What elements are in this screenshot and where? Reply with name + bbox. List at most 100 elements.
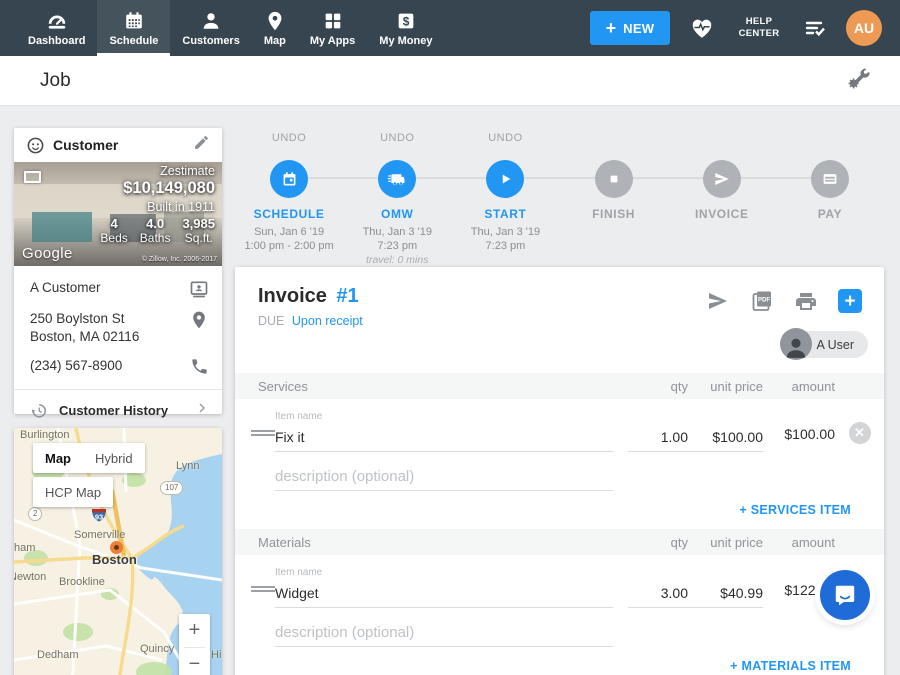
add-invoice-button[interactable]: + [838,289,862,313]
pay-step-button[interactable] [811,160,849,198]
address-line2: Boston, MA 02116 [30,329,139,344]
help-center-link[interactable]: HELP CENTER [734,16,784,40]
finish-step-button[interactable] [595,160,633,198]
map-zoom-control: + − [179,614,210,675]
customer-history-row[interactable]: Customer History [14,390,222,430]
nav-item-my-apps[interactable]: My Apps [298,0,367,56]
assigned-user-chip[interactable]: A User [780,331,868,358]
schedule-undo-button[interactable]: UNDO [272,132,306,152]
materials-section-header: Materials qty unit price amount [235,529,884,555]
remove-services-item-button[interactable]: ✕ [849,422,871,444]
card-step-icon [821,170,839,188]
tasks-list-icon[interactable] [802,16,828,40]
play-step-icon [496,170,514,188]
step-pay: PAY [776,132,884,266]
drag-handle-icon-2[interactable] [251,584,275,608]
zestimate-overlay: Zestimate $10,149,080 Built in 1911 4 4.… [100,164,215,245]
hcp-map-button[interactable]: HCP Map [33,477,113,507]
materials-unit-price-input[interactable] [688,581,763,608]
map-label-lynn: Lynn [176,460,199,472]
map-label-waltham: ham [14,542,35,554]
customer-address: 250 Boylston St Boston, MA 02116 [30,310,139,345]
zestimate-value: $10,149,080 [100,179,215,198]
location-pin-icon[interactable] [189,310,209,330]
edit-customer-pencil-icon[interactable] [193,134,210,156]
services-description-input[interactable] [275,464,613,491]
services-amount: $100.00 [763,426,835,452]
add-materials-item-link[interactable]: + MATERIALS ITEM [235,659,884,673]
user-avatar[interactable]: AU [846,10,882,46]
nav-item-map[interactable]: Map [252,0,298,56]
sqft-label: Sq.ft. [182,231,215,245]
omw-step-button[interactable] [378,160,416,198]
customer-card-title: Customer [53,137,118,153]
property-photo[interactable]: Zestimate $10,149,080 Built in 1911 4 4.… [14,162,222,266]
contact-card-icon[interactable] [189,279,209,299]
my-apps-icon [322,10,344,32]
invoice-header: Invoice #1 DUE Upon receipt PDF + A User [235,267,884,373]
start-undo-button[interactable]: UNDO [488,132,522,152]
zestimate-label: Zestimate [100,164,215,178]
phone-icon[interactable] [190,357,209,376]
customer-name: A Customer [30,279,101,297]
start-step-label: START [484,207,526,221]
pdf-icon[interactable]: PDF [750,289,774,313]
due-terms-link[interactable]: Upon receipt [292,314,363,328]
nav-label-dashboard: Dashboard [28,35,85,47]
materials-qty-input[interactable] [628,581,688,608]
omw-time: 7:23 pm [377,240,417,252]
job-header-bar: Job [0,56,900,106]
job-settings-button[interactable] [846,65,872,96]
mini-map[interactable]: Burlington Lynn Somerville ham Boston Ne… [14,428,222,675]
services-qty-input[interactable] [628,425,688,452]
stop-step-icon [606,171,622,187]
nav-item-dashboard[interactable]: Dashboard [16,0,97,56]
health-heart-icon[interactable] [688,15,716,41]
step-invoice: INVOICE [668,132,776,266]
nav-item-customers[interactable]: Customers [170,0,251,56]
materials-description-input[interactable] [275,620,613,647]
start-step-date: Thu, Jan 3 '19 7:23 pm [471,225,540,253]
services-section-header: Services qty unit price amount [235,373,884,399]
start-step-button[interactable] [486,160,524,198]
map-zoom-in-button[interactable]: + [179,614,210,647]
drag-handle-icon[interactable] [251,428,275,452]
history-icon [30,402,47,419]
unit-price-column-header: unit price [688,379,763,394]
schedule-step-date: Sun, Jan 6 '19 1:00 pm - 2:00 pm [244,225,333,253]
baths-label: Baths [140,231,171,245]
services-unit-price-input[interactable] [688,425,763,452]
map-type-hybrid-button[interactable]: Hybrid [83,443,145,473]
new-button-label: NEW [623,21,654,36]
schedule-step-button[interactable] [270,160,308,198]
chat-support-button[interactable] [820,570,870,620]
address-line1: 250 Boylston St [30,311,125,326]
map-zoom-out-button[interactable]: − [179,648,210,675]
truck-step-icon [387,169,408,190]
new-button[interactable]: + NEW [590,11,670,45]
materials-item-name-input[interactable] [275,581,613,608]
nav-label-map: Map [264,35,286,47]
invoice-step-label: INVOICE [695,207,749,221]
invoice-number: #1 [336,285,358,307]
map-label-brookline: Brookline [59,576,105,588]
add-services-item-link[interactable]: + SERVICES ITEM [235,503,884,517]
property-stats: 4 4.0 3,985 Beds Baths Sq.ft. [100,216,215,245]
print-icon[interactable] [794,289,818,313]
due-label: DUE [258,314,284,328]
nav-item-my-money[interactable]: $ My Money [367,0,444,56]
top-navbar: Dashboard Schedule Customers Map My Apps… [0,0,900,56]
nav-label-my-money: My Money [379,35,432,47]
map-type-map-button[interactable]: Map [33,443,83,473]
nav-item-schedule[interactable]: Schedule [97,0,170,56]
step-schedule: UNDO SCHEDULE Sun, Jan 6 '19 1:00 pm - 2… [235,132,343,266]
invoice-step-button[interactable] [703,160,741,198]
nav-right-cluster: + NEW HELP CENTER AU [590,0,900,56]
schedule-icon [123,10,145,32]
customer-card: Customer Zestimate $10,149,080 Built in … [14,128,222,414]
send-invoice-icon[interactable] [706,289,730,313]
amount-column-header: amount [763,379,835,394]
chevron-right-icon [194,400,210,421]
services-item-name-input[interactable] [275,425,613,452]
omw-undo-button[interactable]: UNDO [380,132,414,152]
